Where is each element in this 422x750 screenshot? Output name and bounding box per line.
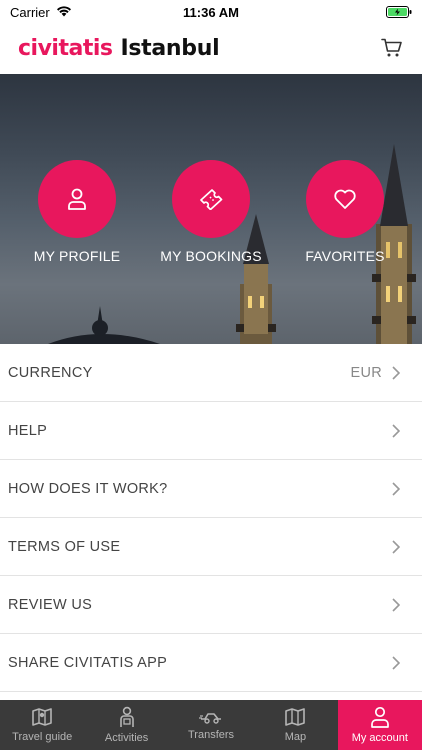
status-left: Carrier (10, 5, 72, 20)
carrier-label: Carrier (10, 4, 50, 20)
city-title: Istanbul (120, 35, 220, 61)
ticket-icon (200, 189, 223, 210)
guide-person-icon (119, 706, 134, 727)
app-header: civitatis Istanbul (0, 24, 422, 72)
wifi-icon (56, 5, 72, 20)
favorites-circle[interactable] (306, 160, 384, 238)
menu-item-terms[interactable]: TERMS OF USE (0, 518, 422, 576)
chevron-right-icon (392, 366, 400, 380)
user-icon (370, 706, 389, 728)
menu-item-label: HOW DOES IT WORK? (8, 480, 168, 497)
menu-item-review[interactable]: REVIEW US (0, 576, 422, 634)
chevron-right-icon (392, 598, 400, 612)
menu-item-help[interactable]: HELP (0, 402, 422, 460)
menu-item-share[interactable]: SHARE CIVITATIS APP (0, 634, 422, 692)
map-book-icon (32, 708, 53, 726)
tab-transfers[interactable]: Transfers (169, 700, 253, 750)
map-icon (285, 708, 306, 726)
brand-logo[interactable]: civitatis (18, 36, 113, 61)
menu-item-label: HELP (8, 422, 48, 439)
tab-label: My account (351, 732, 408, 744)
favorites-shortcut[interactable]: FAVORITES (280, 160, 410, 264)
my-profile-shortcut[interactable]: MY PROFILE (12, 160, 142, 264)
tab-label: Travel guide (12, 731, 73, 743)
menu-item-currency[interactable]: CURRENCY EUR (0, 344, 422, 402)
menu-item-label: REVIEW US (8, 596, 93, 613)
heart-icon (334, 189, 356, 209)
tab-travel-guide[interactable]: Travel guide (0, 700, 84, 750)
menu-item-label: SHARE CIVITATIS APP (8, 654, 168, 671)
favorites-label: FAVORITES (305, 248, 385, 264)
my-profile-label: MY PROFILE (33, 248, 121, 264)
status-bar: Carrier 11:36 AM (0, 0, 422, 24)
tab-label: Transfers (187, 729, 235, 741)
menu-item-label: CURRENCY (8, 364, 93, 381)
bottom-tab-bar: Travel guide Activities Transfers Map My… (0, 700, 422, 750)
hero-banner: MY PROFILE MY BOOKINGS FAVORITES (0, 74, 422, 344)
my-profile-circle[interactable] (38, 160, 116, 238)
chevron-right-icon (392, 540, 400, 554)
my-bookings-circle[interactable] (172, 160, 250, 238)
car-icon (199, 713, 222, 724)
tab-my-account[interactable]: My account (337, 700, 422, 750)
tab-map[interactable]: Map (253, 700, 337, 750)
chevron-right-icon (392, 482, 400, 496)
cart-button[interactable] (380, 36, 404, 60)
menu-item-label: TERMS OF USE (8, 538, 121, 555)
user-icon (68, 188, 86, 210)
tab-activities[interactable]: Activities (84, 700, 168, 750)
currency-value: EUR (350, 364, 382, 381)
cart-icon (381, 38, 402, 57)
battery-icon (386, 6, 412, 18)
my-bookings-label: MY BOOKINGS (160, 248, 262, 264)
my-bookings-shortcut[interactable]: MY BOOKINGS (146, 160, 276, 264)
tab-label: Activities (104, 732, 149, 744)
account-menu: CURRENCY EUR HELP HOW DOES IT WORK? TERM… (0, 344, 422, 692)
menu-item-how-it-works[interactable]: HOW DOES IT WORK? (0, 460, 422, 518)
tab-label: Map (284, 731, 307, 743)
chevron-right-icon (392, 424, 400, 438)
chevron-right-icon (392, 656, 400, 670)
